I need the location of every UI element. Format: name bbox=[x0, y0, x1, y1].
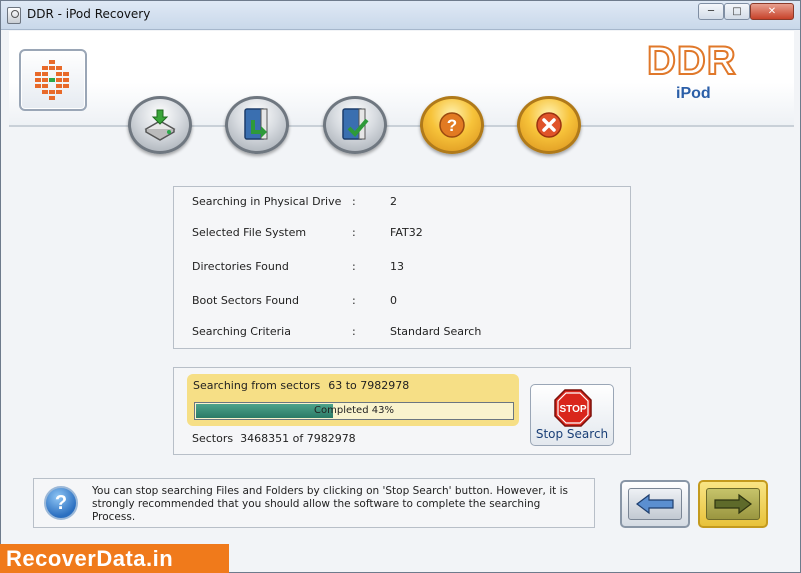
question-icon: ? bbox=[439, 112, 465, 138]
book-check-icon bbox=[342, 108, 369, 140]
close-icon bbox=[536, 112, 562, 138]
maximize-button[interactable]: □ bbox=[724, 3, 750, 20]
watermark-text: RecoverData.in bbox=[6, 546, 174, 571]
stop-search-label: Stop Search bbox=[535, 427, 609, 441]
info-value: 2 bbox=[390, 195, 397, 208]
next-button[interactable] bbox=[698, 480, 768, 528]
info-value: 0 bbox=[390, 294, 397, 307]
app-header: DDR iPod bbox=[9, 31, 794, 127]
back-button-face bbox=[628, 488, 682, 520]
info-separator: : bbox=[352, 294, 356, 307]
info-value: Standard Search bbox=[390, 325, 482, 338]
help-text: You can stop searching Files and Folders… bbox=[92, 485, 568, 523]
arrow-left-icon bbox=[636, 493, 674, 515]
stop-sign-text: STOP bbox=[559, 404, 586, 415]
app-logo bbox=[19, 49, 87, 111]
watermark-banner: RecoverData.in bbox=[0, 544, 229, 573]
drive-download-icon bbox=[144, 109, 176, 141]
search-info-panel: Searching in Physical Drive : 2 Selected… bbox=[173, 186, 631, 349]
sector-range-label: Searching from sectors bbox=[193, 379, 321, 392]
progress-status: Completed 43% bbox=[314, 405, 394, 416]
info-row: Searching in Physical Drive : 2 bbox=[174, 195, 630, 213]
window-title: DDR - iPod Recovery bbox=[27, 7, 151, 21]
title-bar[interactable]: DDR - iPod Recovery ─ □ ✕ bbox=[1, 1, 800, 30]
info-separator: : bbox=[352, 260, 356, 273]
info-separator: : bbox=[352, 195, 356, 208]
open-button[interactable] bbox=[225, 96, 289, 154]
info-label: Selected File System bbox=[192, 226, 307, 239]
brand-logo-text: DDR bbox=[646, 38, 737, 84]
back-button[interactable] bbox=[620, 480, 690, 528]
info-value: FAT32 bbox=[390, 226, 423, 239]
svg-text:?: ? bbox=[447, 116, 457, 135]
info-row: Searching Criteria : Standard Search bbox=[174, 325, 630, 343]
product-name: iPod bbox=[676, 85, 711, 102]
progress-bar: Completed 43% bbox=[194, 402, 514, 420]
next-button-face bbox=[706, 488, 760, 520]
help-panel: ? You can stop searching Files and Folde… bbox=[33, 478, 595, 528]
sectors-label: Sectors bbox=[192, 432, 234, 445]
help-button[interactable]: ? bbox=[420, 96, 484, 154]
verify-button[interactable] bbox=[323, 96, 387, 154]
info-separator: : bbox=[352, 325, 356, 338]
sector-range-text: Searching from sectors 63 to 7982978 bbox=[193, 379, 409, 392]
info-row: Selected File System : FAT32 bbox=[174, 226, 630, 244]
progress-panel: Searching from sectors 63 to 7982978 Comp… bbox=[173, 367, 631, 455]
info-row: Boot Sectors Found : 0 bbox=[174, 294, 630, 312]
info-row: Directories Found : 13 bbox=[174, 260, 630, 278]
book-arrow-icon bbox=[244, 108, 268, 140]
info-separator: : bbox=[352, 226, 356, 239]
app-window: DDR - iPod Recovery ─ □ ✕ DDR iPod ? Sea… bbox=[0, 0, 801, 573]
stop-sign-icon: STOP bbox=[554, 389, 592, 427]
info-value: 13 bbox=[390, 260, 404, 273]
minimize-button[interactable]: ─ bbox=[698, 3, 724, 20]
stop-search-button[interactable]: STOP Stop Search bbox=[530, 384, 614, 446]
logo-grid-icon bbox=[35, 60, 69, 100]
info-label: Boot Sectors Found bbox=[192, 294, 299, 307]
help-info-icon: ? bbox=[44, 486, 78, 520]
sector-range-value: 63 to 7982978 bbox=[328, 379, 410, 392]
info-label: Searching in Physical Drive bbox=[192, 195, 342, 208]
exit-button[interactable] bbox=[517, 96, 581, 154]
progress-highlight: Searching from sectors 63 to 7982978 Comp… bbox=[187, 374, 519, 426]
save-data-button[interactable] bbox=[128, 96, 192, 154]
info-label: Directories Found bbox=[192, 260, 289, 273]
app-icon bbox=[7, 7, 21, 24]
sectors-value: 3468351 of 7982978 bbox=[240, 432, 356, 445]
close-window-button[interactable]: ✕ bbox=[750, 3, 794, 20]
sectors-count: Sectors 3468351 of 7982978 bbox=[192, 432, 356, 445]
arrow-right-icon bbox=[714, 493, 752, 515]
info-label: Searching Criteria bbox=[192, 325, 291, 338]
